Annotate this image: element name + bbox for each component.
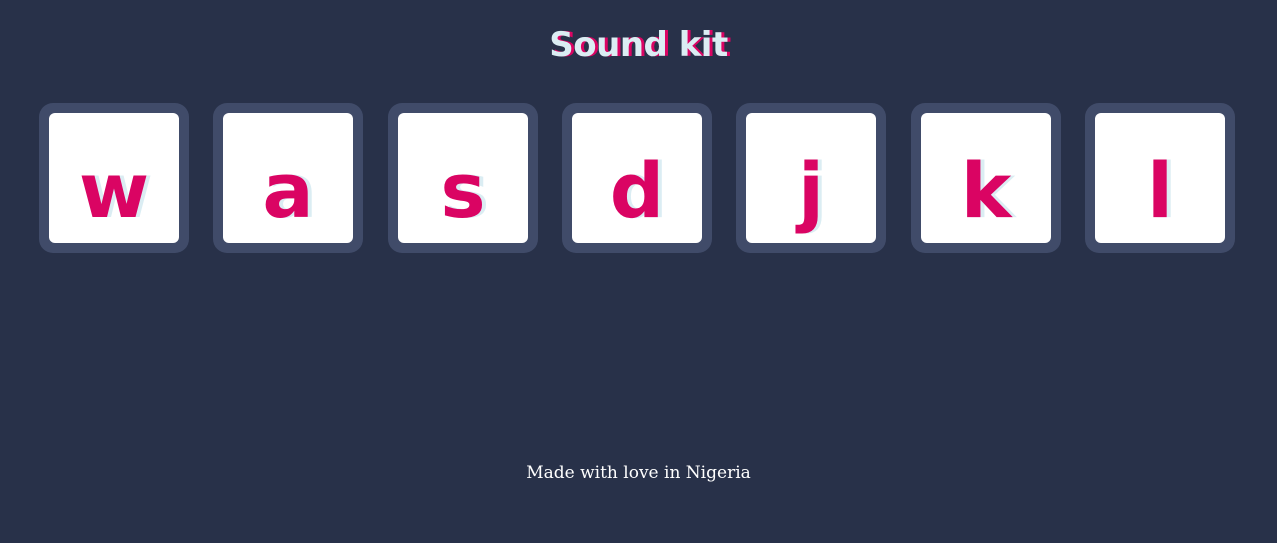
drum-pad-face: k [921,113,1051,243]
drum-pad-key-label: d [609,146,665,235]
drum-pad-face: a [223,113,353,243]
drum-pad-j[interactable]: j [736,103,886,253]
drum-pad-face: s [398,113,528,243]
drum-pad-key-label: l [1146,146,1174,235]
drum-pad-face: l [1095,113,1225,243]
drum-pad-row: w a s d j k l [39,103,1239,253]
drum-pad-l[interactable]: l [1085,103,1235,253]
drum-pad-a[interactable]: a [213,103,363,253]
footer-credit: Made with love in Nigeria [526,463,751,483]
drum-pad-face: j [746,113,876,243]
drum-pad-face: w [49,113,179,243]
drum-pad-face: d [572,113,702,243]
drum-pad-key-label: a [262,146,314,235]
page-title: Sound kit [549,25,728,65]
drum-pad-k[interactable]: k [911,103,1061,253]
drum-pad-key-label: j [797,146,825,235]
drum-pad-key-label: w [78,146,150,235]
drum-pad-s[interactable]: s [388,103,538,253]
drum-pad-key-label: s [440,146,486,235]
drum-pad-key-label: k [960,146,1012,235]
drum-pad-w[interactable]: w [39,103,189,253]
drum-pad-d[interactable]: d [562,103,712,253]
